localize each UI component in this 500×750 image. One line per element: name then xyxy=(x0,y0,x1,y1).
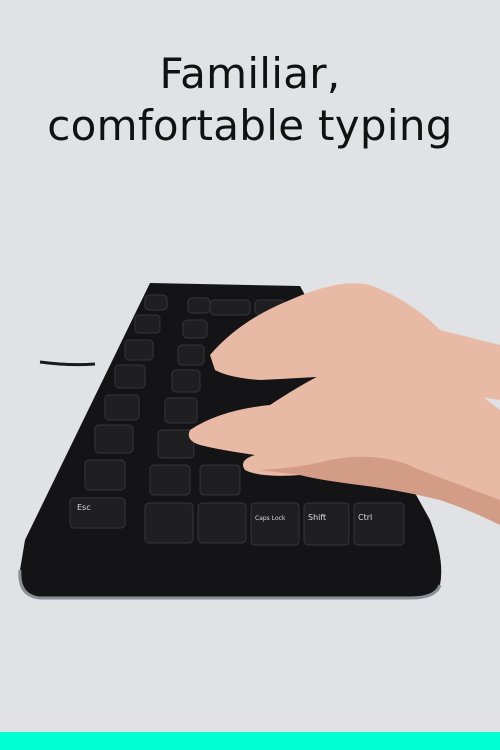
key-caps-label: Caps Lock xyxy=(255,515,286,522)
headline-line-2: comfortable typing xyxy=(47,101,453,150)
key-esc-label: Esc xyxy=(77,503,91,512)
key-ctrl-label: Ctrl xyxy=(358,513,372,522)
key-shift-label: Shift xyxy=(308,513,326,522)
keyboard-typing-photo: Esc Caps Lock Shift Ctrl xyxy=(18,283,500,600)
headline-line-1: Familiar, xyxy=(159,49,341,98)
headline: Familiar, comfortable typing xyxy=(0,48,500,152)
keyboard-cable xyxy=(39,360,96,367)
accent-bar xyxy=(0,732,500,750)
